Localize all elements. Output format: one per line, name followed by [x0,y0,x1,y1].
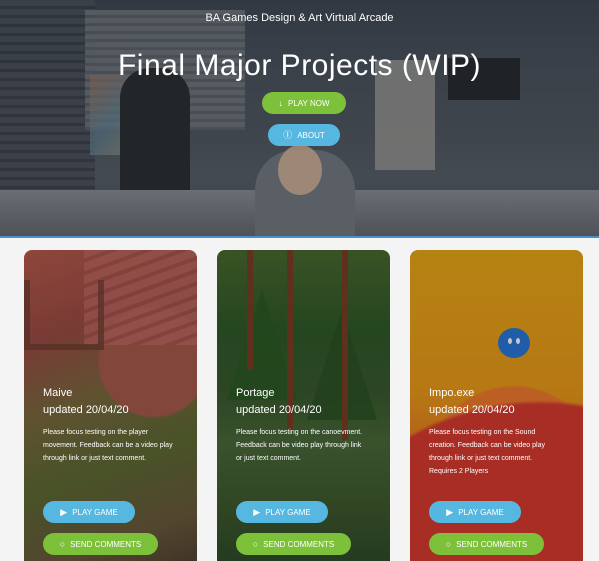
game-updated-date: updated 20/04/20 [43,404,129,416]
hero-banner: BA Games Design & Art Virtual Arcade Fin… [0,0,599,238]
game-updated-date: updated 20/04/20 [429,404,515,416]
site-subtitle: BA Games Design & Art Virtual Arcade [205,12,394,24]
game-card-portage: Portage updated 20/04/20 Please focus te… [217,250,390,561]
play-now-button[interactable]: ↓ PLAY NOW [262,92,346,114]
hero-bottom-accent [0,236,599,238]
send-comments-label: SEND COMMENTS [263,539,335,549]
play-game-label: PLAY GAME [265,507,311,517]
play-game-button[interactable]: ▶ PLAY GAME [43,501,135,523]
play-circle-icon: ▶ [60,506,68,517]
game-description: Please focus testing on the canoevment. … [236,429,363,462]
send-comments-button[interactable]: ○ SEND COMMENTS [43,533,158,555]
game-card-maive: Maive updated 20/04/20 Please focus test… [24,250,197,561]
game-title: Maive [43,387,73,399]
play-now-label: PLAY NOW [288,98,330,108]
send-comments-button[interactable]: ○ SEND COMMENTS [236,533,351,555]
play-game-label: PLAY GAME [458,507,504,517]
about-button[interactable]: ⓘ ABOUT [268,124,340,146]
send-comments-label: SEND COMMENTS [456,539,528,549]
game-description: Please focus testing on the Sound creati… [429,429,545,475]
page-title: Final Major Projects (WIP) [117,49,482,82]
game-title: Portage [236,387,275,399]
play-circle-icon: ▶ [446,506,454,517]
game-card-impo-exe: Impo.exe updated 20/04/20 Please focus t… [410,250,583,561]
game-description: Please focus testing on the player movem… [43,429,173,462]
game-updated-date: updated 20/04/20 [236,404,322,416]
play-game-button[interactable]: ▶ PLAY GAME [429,501,521,523]
comment-icon: ○ [252,538,259,549]
play-circle-icon: ▶ [253,506,261,517]
question-circle-icon: ⓘ [283,129,293,140]
send-comments-label: SEND COMMENTS [70,539,142,549]
hero-background-shutter [0,0,95,200]
about-label: ABOUT [297,130,325,140]
play-game-button[interactable]: ▶ PLAY GAME [236,501,328,523]
comment-icon: ○ [59,538,66,549]
send-comments-button[interactable]: ○ SEND COMMENTS [429,533,544,555]
hero-background-person-head [278,145,322,195]
comment-icon: ○ [445,538,452,549]
game-title: Impo.exe [429,387,475,399]
play-game-label: PLAY GAME [72,507,118,517]
hero-background-person-standing [120,68,190,198]
download-arrow-icon: ↓ [278,97,284,108]
